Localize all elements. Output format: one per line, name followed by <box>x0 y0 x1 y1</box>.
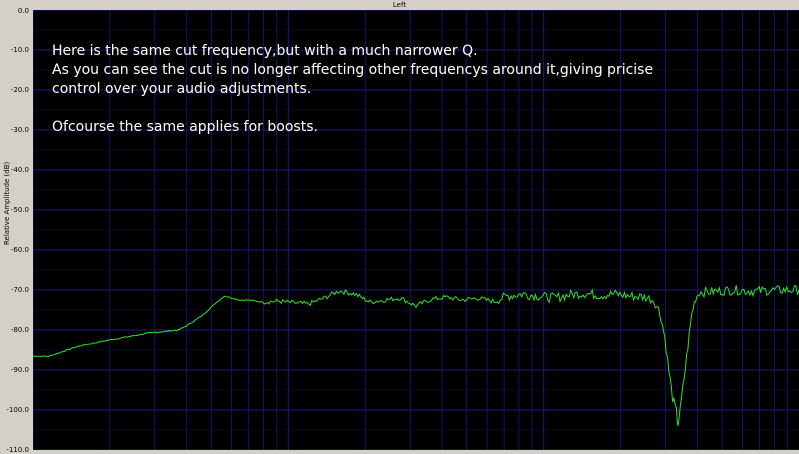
y-tick-label: -10.0 <box>10 46 29 54</box>
spectrum-series-line <box>33 285 799 426</box>
y-tick-label: -40.0 <box>10 166 29 174</box>
annotation-line: control over your audio adjustments. <box>52 81 312 97</box>
annotation-text: Here is the same cut frequency,but with … <box>52 42 653 137</box>
annotation-line <box>52 99 653 118</box>
y-tick-label: -90.0 <box>10 366 29 374</box>
annotation-line: As you can see the cut is no longer affe… <box>52 62 654 78</box>
y-tick-label: -80.0 <box>10 326 29 334</box>
y-tick-label: -60.0 <box>10 246 29 254</box>
y-tick-label: -50.0 <box>10 206 29 214</box>
annotation-line: Ofcourse the same applies for boosts. <box>52 119 318 135</box>
y-tick-label: -20.0 <box>10 86 29 94</box>
annotation-line: Here is the same cut frequency,but with … <box>52 43 478 59</box>
y-axis-ticks: 0.0 -10.0 -20.0 -30.0 -40.0 -50.0 -60.0 -70.0 -8… <box>0 0 33 454</box>
y-tick-label: 0.0 <box>17 6 29 15</box>
y-tick-label: -110.0 <box>6 446 29 454</box>
y-tick-label: -100.0 <box>6 406 29 414</box>
y-tick-label: -30.0 <box>10 126 29 134</box>
chart-title: Left <box>392 1 407 9</box>
spectrum-window: Left Relative Amplitude (dB) 0.0 -10.0 -20… <box>0 0 799 454</box>
y-tick-label: -70.0 <box>10 286 29 294</box>
